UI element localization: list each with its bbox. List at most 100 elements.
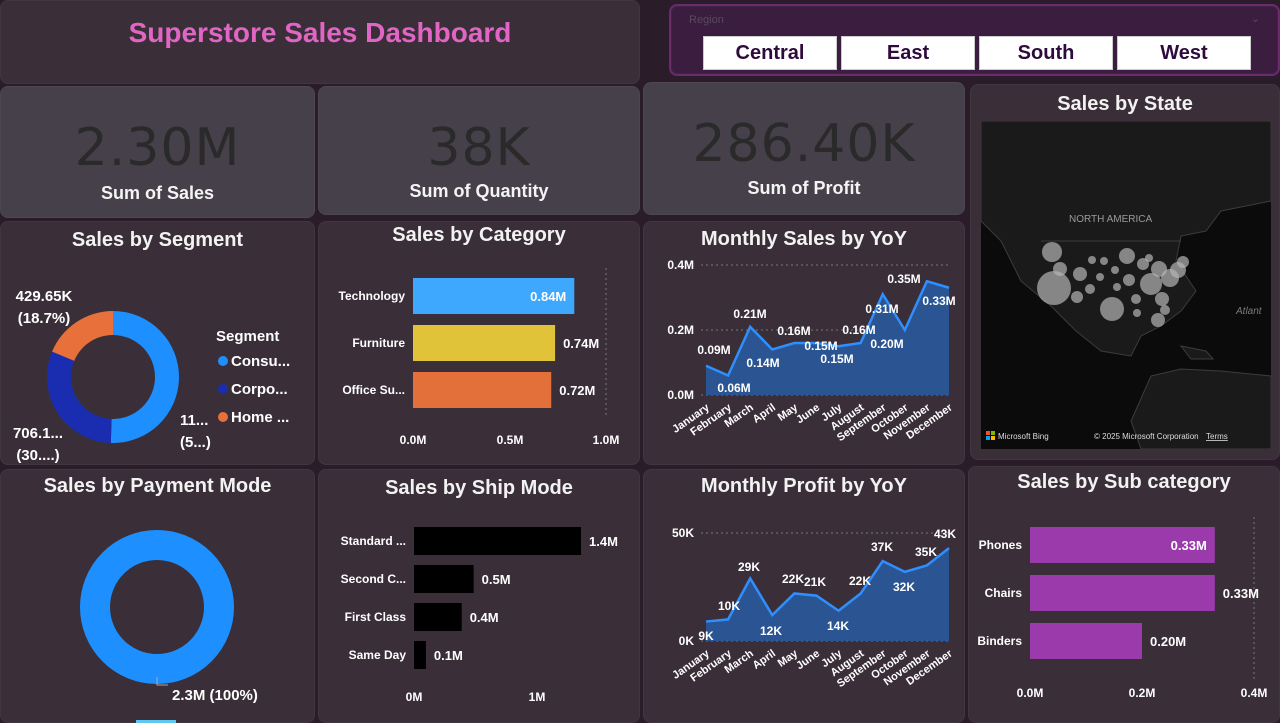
ship-category-label: First Class	[345, 610, 407, 624]
category-card: Sales by Category Technology 0.84M Furnitu…	[318, 221, 640, 465]
region-option-south[interactable]: South	[979, 36, 1113, 70]
payment-donut-chart[interactable]: 2.3M (100%)	[0, 469, 315, 723]
category-x-tick: 0.5M	[497, 433, 524, 447]
payment-slice[interactable]	[80, 530, 234, 684]
kpi-quantity-label: Sum of Quantity	[409, 181, 549, 201]
region-option-west[interactable]: West	[1117, 36, 1251, 70]
ship-value-label: 0.5M	[482, 572, 511, 587]
ship-bar[interactable]	[414, 641, 426, 669]
monthly-profit-data-label: 9K	[698, 629, 714, 643]
monthly-profit-data-label: 29K	[738, 560, 760, 574]
monthly-sales-data-label: 0.15M	[820, 352, 853, 366]
monthly-sales-area-chart[interactable]: 0.0M0.2M0.4M0.09M0.06M0.21M0.14M0.16M0.1…	[643, 221, 965, 465]
segment-legend-title: Segment	[216, 328, 279, 345]
subcategory-x-tick: 0.0M	[1017, 686, 1044, 700]
segment-legend-item: Home ...	[231, 409, 289, 426]
category-bar[interactable]	[413, 372, 552, 408]
segment-card: Sales by Segment 11... (5...) 706.1... (30.…	[0, 221, 315, 465]
ship-bar-chart[interactable]: Standard ... 1.4M Second C... 0.5M First Cla…	[318, 469, 640, 723]
monthly-sales-data-label: 0.14M	[746, 356, 779, 370]
subcategory-x-tick: 0.2M	[1129, 686, 1156, 700]
monthly-profit-data-label: 21K	[804, 575, 826, 589]
monthly-sales-data-label: 0.33M	[922, 294, 955, 308]
segment-slice[interactable]	[110, 311, 179, 443]
payment-data-label: 2.3M (100%)	[172, 687, 258, 704]
category-category-label: Furniture	[352, 336, 405, 350]
kpi-profit-value: 286.40K	[692, 114, 916, 174]
segment-data-label: 706.1...	[13, 425, 63, 442]
subcategory-category-label: Chairs	[985, 586, 1023, 600]
ship-value-label: 0.1M	[434, 648, 463, 663]
monthly-sales-data-label: 0.20M	[870, 337, 903, 351]
kpi-sales-value: 2.30M	[74, 118, 241, 178]
title-card: Superstore Sales Dashboard	[0, 0, 640, 84]
monthly-profit-data-label: 43K	[934, 527, 956, 541]
region-option-east[interactable]: East	[841, 36, 975, 70]
region-option-central[interactable]: Central	[703, 36, 837, 70]
ship-bar[interactable]	[414, 565, 474, 593]
segment-donut-chart[interactable]: 11... (5...) 706.1... (30....) 429.65K (18.7%…	[0, 255, 315, 465]
segment-data-label: (30....)	[16, 447, 59, 464]
segment-legend-item: Consu...	[231, 353, 290, 370]
ship-category-label: Standard ...	[341, 534, 406, 548]
segment-legend-marker[interactable]	[218, 356, 228, 366]
monthly-profit-area-chart[interactable]: 0K50K9K10K29K12K22K 21K14K22K37K32K35K43K…	[643, 469, 965, 723]
subcategory-card: Sales by Sub category Phones 0.33M Chairs 0…	[968, 466, 1280, 723]
monthly-sales-data-label: 0.15M	[804, 339, 837, 353]
kpi-card-sales: 2.30M Sum of Sales	[0, 86, 315, 218]
map-card: Sales by State NORTH AMERICA Atlant Micr…	[970, 84, 1280, 460]
segment-legend-item: Corpo...	[231, 381, 288, 398]
map-provider: Microsoft Bing	[998, 432, 1049, 441]
kpi-profit-label: Sum of Profit	[747, 178, 861, 198]
monthly-profit-data-label: 10K	[718, 599, 740, 613]
map-title: Sales by State	[1057, 93, 1193, 115]
category-category-label: Office Su...	[342, 383, 405, 397]
kpi-card-quantity: 38K Sum of Quantity	[318, 86, 640, 215]
subcategory-bar[interactable]	[1030, 575, 1215, 611]
segment-legend-marker[interactable]	[218, 384, 228, 394]
monthly-sales-data-label: 0.16M	[842, 323, 875, 337]
subcategory-value-label: 0.33M	[1223, 586, 1259, 601]
sales-map[interactable]: NORTH AMERICA Atlant Microsoft Bing © 20…	[981, 121, 1271, 449]
monthly-profit-data-label: 22K	[849, 574, 871, 588]
chevron-down-icon[interactable]: ⌄	[1251, 12, 1260, 25]
monthly-sales-y-tick: 0.2M	[667, 323, 694, 337]
category-bar-chart[interactable]: Technology 0.84M Furniture 0.74M Office Su..…	[318, 221, 640, 451]
ship-value-label: 0.4M	[470, 610, 499, 625]
map-terms-link[interactable]: Terms	[1206, 432, 1228, 441]
segment-data-label: (18.7%)	[18, 310, 71, 327]
subcategory-bar-chart[interactable]: Phones 0.33M Chairs 0.33M Binders 0.20M 0.0M 0.…	[968, 466, 1280, 723]
segment-data-label: (5...)	[180, 434, 211, 451]
map-copyright: © 2025 Microsoft Corporation	[1094, 432, 1199, 441]
monthly-sales-data-label: 0.16M	[777, 324, 810, 338]
monthly-sales-y-tick: 0.0M	[667, 388, 694, 402]
monthly-sales-data-label: 0.21M	[733, 307, 766, 321]
ship-card: Sales by Ship Mode Standard ... 1.4M Secon…	[318, 469, 640, 723]
subcategory-bar[interactable]	[1030, 623, 1142, 659]
kpi-card-profit: 286.40K Sum of Profit	[643, 82, 965, 215]
category-bar[interactable]	[413, 325, 556, 361]
monthly-profit-data-label: 14K	[827, 619, 849, 633]
ship-x-tick: 1M	[529, 690, 546, 704]
monthly-profit-x-tick: April	[751, 648, 778, 672]
ship-value-label: 1.4M	[589, 534, 618, 549]
subcategory-value-label: 0.33M	[1171, 538, 1207, 553]
ship-bar[interactable]	[414, 527, 581, 555]
ship-bar[interactable]	[414, 603, 462, 631]
monthly-profit-data-label: 32K	[893, 580, 915, 594]
monthly-profit-data-label: 22K	[782, 572, 804, 586]
category-value-label: 0.74M	[563, 336, 599, 351]
monthly-profit-y-tick: 50K	[672, 526, 694, 540]
monthly-sales-data-label: 0.09M	[697, 343, 730, 357]
subcategory-value-label: 0.20M	[1150, 634, 1186, 649]
ship-x-tick: 0M	[406, 690, 423, 704]
segment-legend-marker[interactable]	[218, 412, 228, 422]
category-x-tick: 1.0M	[593, 433, 620, 447]
monthly-profit-x-tick: June	[794, 648, 822, 673]
monthly-sales-card: Monthly Sales by YoY 0.0M 0.2M 0.4M 0.09M 0.…	[643, 221, 965, 465]
payment-card: Sales by Payment Mode 2.3M (100%)	[0, 469, 315, 723]
segment-data-label: 429.65K	[16, 288, 73, 305]
kpi-sales-label: Sum of Sales	[100, 183, 215, 203]
monthly-sales-x-tick: April	[751, 402, 778, 426]
map-region-label: NORTH AMERICA	[1069, 214, 1152, 225]
